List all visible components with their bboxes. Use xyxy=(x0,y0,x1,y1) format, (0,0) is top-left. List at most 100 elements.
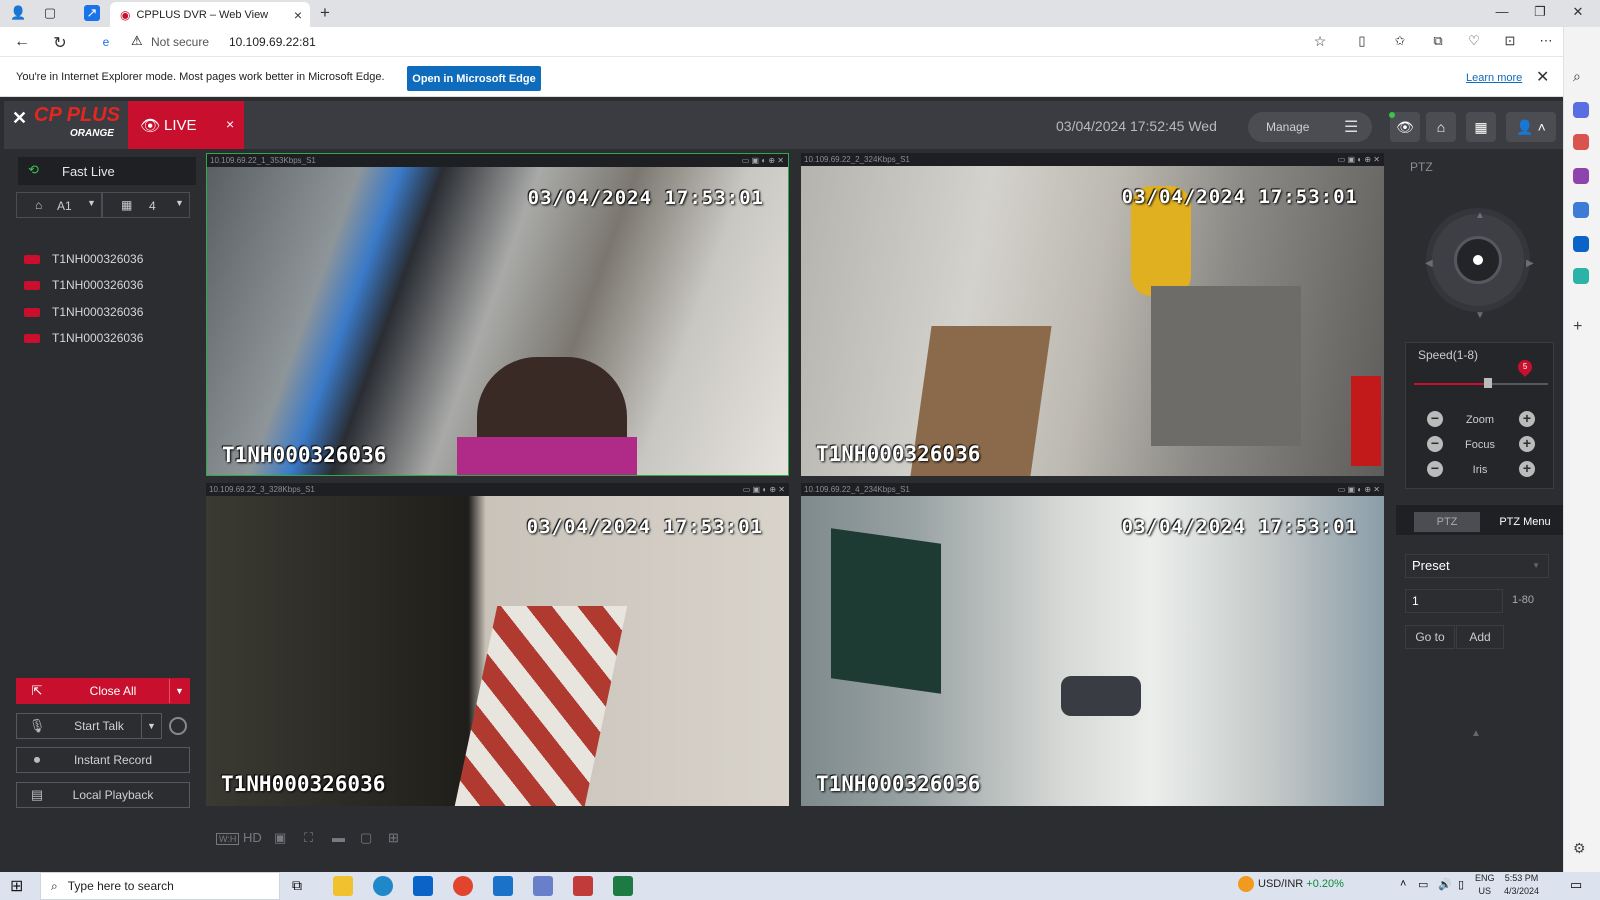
restore-icon[interactable]: ❐ xyxy=(1532,4,1548,20)
taskbar-clock[interactable]: 5:53 PM 4/3/2024 xyxy=(1504,872,1539,898)
url-field[interactable]: 10.109.69.22:81 xyxy=(229,35,316,49)
chrome-taskbar-icon[interactable] xyxy=(453,876,473,896)
tab-ptz[interactable]: PTZ xyxy=(1414,512,1480,532)
app-taskbar-icon[interactable] xyxy=(533,876,553,896)
camera-tile-2[interactable]: 10.109.69.22_2_324Kbps_S1 ▭ ▣ ◐ ⊕ ✕ 03/04… xyxy=(801,153,1384,476)
camera-controls-icon[interactable]: ▭ ▣ ◐ ⊕ ✕ xyxy=(743,483,785,496)
instant-record-button[interactable]: ⏺ Instant Record xyxy=(16,747,190,773)
ie-mode-icon[interactable]: e xyxy=(96,35,116,49)
currency-ticker[interactable]: USD/INR +0.20% xyxy=(1258,878,1344,890)
focus-far-button[interactable]: + xyxy=(1519,436,1535,452)
image-adjust-icon[interactable]: ▣ xyxy=(274,830,286,846)
close-tab-icon[interactable]: × xyxy=(294,7,302,23)
favorite-star-icon[interactable]: ☆ xyxy=(1310,33,1330,50)
preset-select[interactable]: Preset ▼ xyxy=(1405,554,1549,578)
battery-icon[interactable]: ▯ xyxy=(1458,878,1464,891)
warning-icon[interactable]: ⚠ xyxy=(131,33,143,49)
sidebar-games-icon[interactable] xyxy=(1573,168,1589,184)
speed-slider-thumb[interactable] xyxy=(1484,378,1492,388)
hd-toggle[interactable]: HD xyxy=(243,830,262,845)
ptz-down-icon[interactable]: ▼ xyxy=(1475,310,1485,321)
network-icon[interactable]: ▭ xyxy=(1418,878,1428,891)
file-explorer-icon[interactable] xyxy=(333,876,353,896)
store-taskbar-icon[interactable] xyxy=(493,876,513,896)
close-all-button[interactable]: ⇱ Close All ▼ xyxy=(16,678,190,704)
zoom-in-button[interactable]: + xyxy=(1519,411,1535,427)
iris-open-button[interactable]: + xyxy=(1519,461,1535,477)
talk-status-icon[interactable] xyxy=(169,717,187,735)
channel-item[interactable]: T1NH000326036 xyxy=(24,248,143,270)
back-icon[interactable]: ← xyxy=(12,33,32,51)
user-menu-icon[interactable]: 👤 ˄ xyxy=(1506,112,1556,142)
manage-button[interactable]: Manage ☰ xyxy=(1248,112,1372,142)
notification-icon[interactable]: ▭ xyxy=(1570,877,1582,893)
window-close-icon[interactable]: ✕ xyxy=(1570,4,1586,20)
more-menu-icon[interactable]: ⋯ xyxy=(1536,33,1556,49)
workspaces-icon[interactable]: ▢ xyxy=(42,5,58,21)
sidebar-search-icon[interactable]: ⌕ xyxy=(1573,68,1581,85)
split-screen-icon[interactable]: ▯ xyxy=(1352,33,1372,49)
sidebar-add-icon[interactable]: + xyxy=(1573,318,1582,336)
local-playback-button[interactable]: ▤ Local Playback xyxy=(16,782,190,808)
minimize-icon[interactable]: — xyxy=(1494,4,1510,19)
stream-select[interactable]: ⌂ A1 ▼ xyxy=(16,192,102,218)
start-talk-dropdown-icon[interactable]: ▼ xyxy=(141,714,161,738)
open-in-edge-button[interactable]: Open in Microsoft Edge xyxy=(407,66,541,91)
camera-controls-icon[interactable]: ▭ ▣ ◐ ⊕ ✕ xyxy=(1338,153,1380,166)
ptz-right-icon[interactable]: ▶ xyxy=(1526,258,1534,269)
sidebar-outlook-icon[interactable] xyxy=(1573,236,1589,252)
preset-add-button[interactable]: Add xyxy=(1456,625,1504,649)
learn-more-link[interactable]: Learn more xyxy=(1466,72,1522,84)
outlook-taskbar-icon[interactable] xyxy=(413,876,433,896)
collections-icon[interactable]: ⧉ xyxy=(1428,33,1448,49)
live-tab[interactable]: 👁 LIVE × xyxy=(128,101,244,149)
close-banner-icon[interactable]: ✕ xyxy=(1536,67,1549,87)
channel-item[interactable]: T1NH000326036 xyxy=(24,274,143,296)
fast-live-header[interactable]: ⟲ Fast Live xyxy=(18,157,196,185)
extensions-icon[interactable]: ⊡ xyxy=(1500,33,1520,49)
close-live-icon[interactable]: × xyxy=(226,116,234,132)
sidebar-send-icon[interactable] xyxy=(1573,268,1589,284)
tab-cpplus[interactable]: ◉ CPPLUS DVR – Web View × xyxy=(110,2,310,27)
not-secure-label[interactable]: Not secure xyxy=(151,35,209,49)
new-tab-button[interactable]: + xyxy=(320,3,330,23)
start-talk-button[interactable]: 🎙 Start Talk ▼ xyxy=(16,713,162,739)
ptz-left-icon[interactable]: ◀ xyxy=(1425,258,1433,269)
single-view-icon[interactable]: ▢ xyxy=(360,830,372,846)
taskbar-search[interactable]: ⌕ Type here to search xyxy=(40,872,280,900)
sidebar-office-icon[interactable] xyxy=(1573,202,1589,218)
sidebar-tools-icon[interactable] xyxy=(1573,134,1589,150)
layout-select[interactable]: ▦ 4 ▼ xyxy=(102,192,190,218)
channel-item[interactable]: T1NH000326036 xyxy=(24,301,143,323)
layout-grid-icon[interactable]: ▦ xyxy=(1466,112,1496,142)
split-view-icon[interactable]: ▬ xyxy=(332,830,345,845)
pinned-tab-icon[interactable]: ↗ xyxy=(84,5,100,21)
ptz-up-icon[interactable]: ▲ xyxy=(1475,210,1485,221)
camera-controls-icon[interactable]: ▭ ▣ ◐ ⊕ ✕ xyxy=(1338,483,1380,496)
focus-near-button[interactable]: − xyxy=(1427,436,1443,452)
language-indicator[interactable]: ENG US xyxy=(1475,872,1495,898)
camera-tile-1[interactable]: 10.109.69.22_1_353Kbps_S1 ▭ ▣ ◐ ⊕ ✕ 03/04… xyxy=(206,153,789,476)
volume-icon[interactable]: 🔊 xyxy=(1438,878,1452,891)
profile-icon[interactable]: 👤 xyxy=(10,5,26,21)
aspect-ratio-icon[interactable]: W:H xyxy=(216,833,240,845)
quad-view-icon[interactable]: ⊞ xyxy=(388,830,399,846)
channel-item[interactable]: T1NH000326036 xyxy=(24,327,143,349)
camera-tile-3[interactable]: 10.109.69.22_3_328Kbps_S1 ▭ ▣ ◐ ⊕ ✕ 03/04… xyxy=(206,483,789,806)
task-view-icon[interactable]: ⧉ xyxy=(292,877,302,894)
sidebar-tag-icon[interactable] xyxy=(1573,102,1589,118)
excel-taskbar-icon[interactable] xyxy=(613,876,633,896)
home-icon[interactable]: ⌂ xyxy=(1426,112,1456,142)
edge-taskbar-icon[interactable] xyxy=(373,876,393,896)
browser-essentials-icon[interactable]: ♡ xyxy=(1464,33,1484,49)
windows-start-icon[interactable]: ⊞ xyxy=(10,876,23,896)
fullscreen-icon[interactable]: ⛶ xyxy=(304,830,313,846)
iris-close-button[interactable]: − xyxy=(1427,461,1443,477)
refresh-icon[interactable]: ↻ xyxy=(50,33,70,53)
sidebar-settings-icon[interactable]: ⚙ xyxy=(1573,840,1586,857)
favorites-icon[interactable]: ✩ xyxy=(1390,33,1410,49)
tray-chevron-icon[interactable]: ˄ xyxy=(1400,878,1406,890)
tab-ptz-menu[interactable]: PTZ Menu xyxy=(1492,512,1558,532)
zoom-out-button[interactable]: − xyxy=(1427,411,1443,427)
camera-controls-icon[interactable]: ▭ ▣ ◐ ⊕ ✕ xyxy=(742,154,784,167)
